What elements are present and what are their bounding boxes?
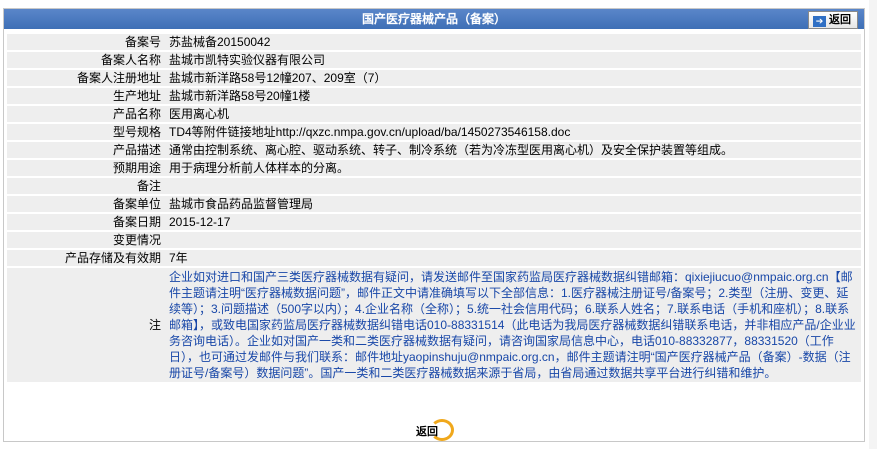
page-title: 国产医疗器械产品（备案）: [361, 12, 506, 26]
field-label: 生产地址: [7, 88, 164, 104]
table-row: 型号规格 TD4等附件链接地址http://qxzc.nmpa.gov.cn/up…: [7, 124, 861, 140]
field-value: 苏盐械备20150042: [164, 34, 861, 50]
table-row: 产品描述 通常由控制系统、离心腔、驱动系统、转子、制冷系统（若为冷冻型医用离心机）…: [7, 142, 861, 158]
panel-title-bar: 国产医疗器械产品（备案） ➔ 返回: [4, 9, 864, 29]
field-value: 通常由控制系统、离心腔、驱动系统、转子、制冷系统（若为冷冻型医用离心机）及安全保…: [164, 142, 861, 158]
field-label: 备案号: [7, 34, 164, 50]
scrollbar[interactable]: [869, 0, 877, 449]
record-table: 备案号 苏盐械备20150042 备案人名称 盐城市凯特实验仪器有限公司 备案人注册地址…: [7, 32, 861, 384]
table-row: 备案人名称 盐城市凯特实验仪器有限公司: [7, 52, 861, 68]
field-label: 备案人注册地址: [7, 70, 164, 86]
note-label: 注: [7, 268, 164, 382]
field-value: 盐城市凯特实验仪器有限公司: [164, 52, 861, 68]
field-label: 备案单位: [7, 196, 164, 212]
table-row: 变更情况: [7, 232, 861, 248]
arrow-right-icon: ➔: [813, 16, 826, 27]
table-row: 备注: [7, 178, 861, 194]
back-button-bottom[interactable]: 返回: [416, 419, 456, 441]
field-value: 7年: [164, 250, 861, 266]
field-label: 型号规格: [7, 124, 164, 140]
back-button-top-label: 返回: [829, 14, 851, 26]
field-label: 变更情况: [7, 232, 164, 248]
field-value: 用于病理分析前人体样本的分离。: [164, 160, 861, 176]
field-value: 盐城市新洋路58号20幢1楼: [164, 88, 861, 104]
field-label: 产品描述: [7, 142, 164, 158]
field-value: 盐城市新洋路58号12幢207、209室（7）: [164, 70, 861, 86]
field-label: 备案日期: [7, 214, 164, 230]
table-row: 生产地址 盐城市新洋路58号20幢1楼: [7, 88, 861, 104]
field-value: 医用离心机: [164, 106, 861, 122]
note-text: 企业如对进口和国产三类医疗器械数据有疑问，请发送邮件至国家药监局医疗器械数据纠错…: [164, 268, 861, 382]
note-row: 注企业如对进口和国产三类医疗器械数据有疑问，请发送邮件至国家药监局医疗器械数据纠…: [7, 268, 861, 382]
field-value: [164, 178, 861, 194]
field-label: 预期用途: [7, 160, 164, 176]
back-button-bottom-label: 返回: [416, 426, 438, 438]
table-row: 产品名称 医用离心机: [7, 106, 861, 122]
field-value: 盐城市食品药品监督管理局: [164, 196, 861, 212]
table-row: 产品存储及有效期 7年: [7, 250, 861, 266]
field-label: 备注: [7, 178, 164, 194]
field-label: 产品存储及有效期: [7, 250, 164, 266]
field-value: TD4等附件链接地址http://qxzc.nmpa.gov.cn/upload…: [164, 124, 861, 140]
field-value: 2015-12-17: [164, 214, 861, 230]
table-row: 备案日期 2015-12-17: [7, 214, 861, 230]
field-label: 产品名称: [7, 106, 164, 122]
table-row: 备案单位 盐城市食品药品监督管理局: [7, 196, 861, 212]
table-row: 备案人注册地址 盐城市新洋路58号12幢207、209室（7）: [7, 70, 861, 86]
field-value: [164, 232, 861, 248]
detail-panel: 国产医疗器械产品（备案） ➔ 返回 备案号 苏盐械备20150042 备案人名称 盐城市…: [3, 8, 865, 442]
table-row: 备案号 苏盐械备20150042: [7, 34, 861, 50]
table-row: 预期用途 用于病理分析前人体样本的分离。: [7, 160, 861, 176]
field-label: 备案人名称: [7, 52, 164, 68]
back-button-top[interactable]: ➔ 返回: [808, 11, 858, 29]
